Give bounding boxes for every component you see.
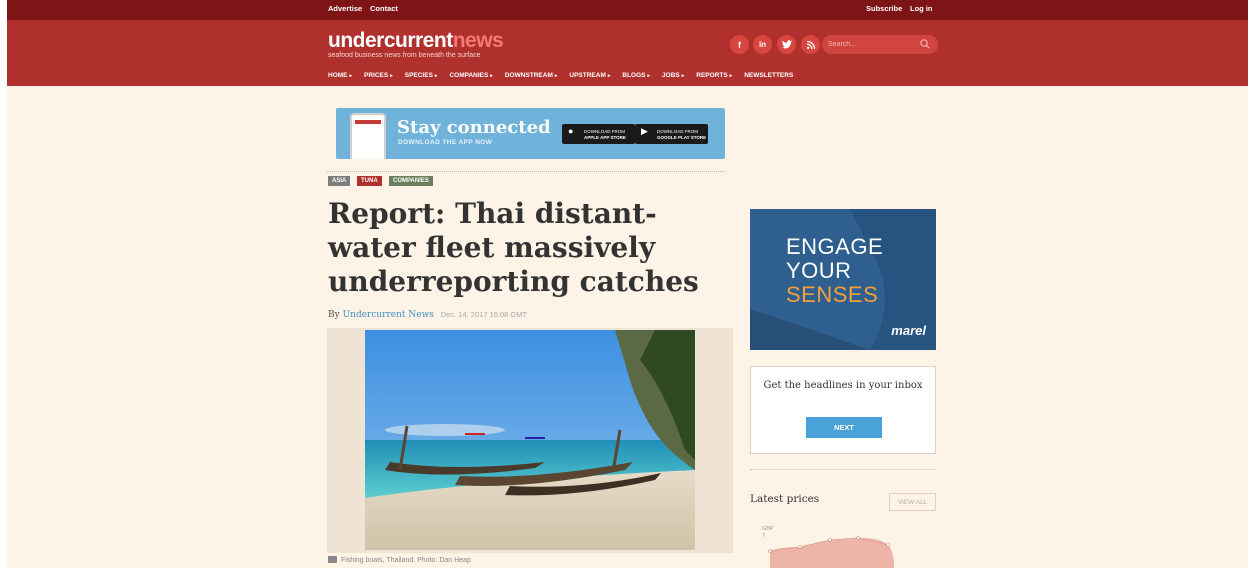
caret-right-icon: ▸ (607, 73, 611, 79)
nav-item-reports[interactable]: REPORTS ▸ (696, 72, 732, 79)
sidebar-advertisement[interactable]: ENGAGE YOUR SENSES marel (750, 209, 936, 350)
tag-asia[interactable]: ASIA (328, 176, 351, 186)
linkedin-icon[interactable]: in (753, 35, 772, 54)
caret-right-icon: ▸ (390, 73, 393, 79)
photo-caption: Fishing boats, Thailand. Photo: Dan Heap (328, 556, 471, 564)
author-link[interactable]: Undercurrent News (343, 310, 434, 320)
search-box (822, 35, 938, 54)
caret-right-icon: ▸ (434, 73, 438, 79)
ad-line-senses: SENSES (786, 282, 879, 307)
tag-companies[interactable]: COMPANIES (389, 176, 433, 186)
page-right-margin (1248, 0, 1253, 568)
advertise-link[interactable]: Advertise (328, 4, 362, 13)
apple-icon: ● (568, 126, 574, 136)
play-icon: ▶ (641, 126, 648, 136)
logo-text-main: undercurrent (328, 29, 453, 52)
ad-brand-logo: marel (891, 323, 926, 338)
tag-tuna[interactable]: TUNA (357, 176, 382, 186)
article-headline: Report: Thai distant-water fleet massive… (328, 197, 699, 298)
divider (327, 171, 725, 172)
newsletter-prompt: Get the headlines in your inbox (763, 380, 923, 391)
ad-line-your: YOUR (786, 258, 852, 283)
newsletter-signup-box: Get the headlines in your inbox NEXT (750, 366, 936, 454)
contact-link[interactable]: Contact (370, 4, 398, 13)
site-header: undercurrentnews seafood business news f… (7, 20, 1248, 86)
site-tagline: seafood business news from beneath the s… (328, 52, 481, 59)
google-play-button[interactable]: ▶ DOWNLOAD FROM GOOGLE PLAY STORE (635, 124, 708, 144)
price-chart (768, 536, 894, 568)
phone-illustration (350, 113, 386, 159)
newsletter-next-button[interactable]: NEXT (806, 417, 882, 438)
nav-item-companies[interactable]: COMPANIES ▸ (449, 72, 492, 79)
page-left-margin (0, 0, 7, 568)
nav-item-jobs[interactable]: JOBS ▸ (662, 72, 684, 79)
nav-item-species[interactable]: SPECIES ▸ (405, 72, 438, 79)
caret-right-icon: ▸ (729, 73, 733, 79)
nav-item-newsletters[interactable]: NEWSLETTERS (744, 72, 793, 79)
nav-item-downstream[interactable]: DOWNSTREAM ▸ (505, 72, 558, 79)
article-photo (365, 330, 695, 550)
nav-item-upstream[interactable]: UPSTREAM ▸ (569, 72, 610, 79)
app-download-banner[interactable]: Stay connected DOWNLOAD THE APP NOW ● DO… (336, 108, 725, 159)
login-link[interactable]: Log in (910, 4, 933, 13)
caret-right-icon: ▸ (349, 73, 353, 79)
main-navigation: HOME ▸ PRICES ▸ SPECIES ▸ COMPANIES ▸ DOWNST… (328, 72, 793, 79)
subscribe-link[interactable]: Subscribe (866, 4, 902, 13)
article-photo-frame (327, 328, 733, 553)
apple-store-button[interactable]: ● DOWNLOAD FROM APPLE APP STORE (562, 124, 635, 144)
nav-item-home[interactable]: HOME ▸ (328, 72, 352, 79)
twitter-icon[interactable] (777, 35, 796, 54)
site-logo[interactable]: undercurrentnews (328, 29, 504, 52)
facebook-icon[interactable]: f (730, 35, 749, 54)
banner-subtitle: DOWNLOAD THE APP NOW (398, 139, 493, 146)
caret-right-icon: ▸ (681, 73, 685, 79)
top-utility-bar: Advertise Contact Subscribe Log in (7, 0, 1248, 20)
banner-title: Stay connected (397, 117, 551, 138)
article-byline: By Undercurrent News Dec. 14, 2017 16:08… (328, 310, 528, 320)
logo-text-accent: news (452, 29, 504, 52)
search-input[interactable] (828, 38, 914, 51)
caret-right-icon: ▸ (554, 73, 558, 79)
sidebar-divider (750, 469, 936, 470)
nav-item-prices[interactable]: PRICES ▸ (364, 72, 393, 79)
caret-right-icon: ▸ (490, 73, 493, 79)
search-icon[interactable] (919, 38, 931, 50)
latest-prices-title: Latest prices (750, 493, 820, 505)
view-all-button[interactable]: VIEW ALL (889, 493, 936, 511)
rss-icon[interactable] (801, 35, 820, 54)
camera-icon (328, 556, 337, 563)
nav-item-blogs[interactable]: BLOGS ▸ (622, 72, 650, 79)
article-date: Dec. 14, 2017 16:08 GMT (440, 310, 528, 319)
ad-line-engage: ENGAGE (786, 234, 884, 259)
caret-right-icon: ▸ (647, 73, 651, 79)
